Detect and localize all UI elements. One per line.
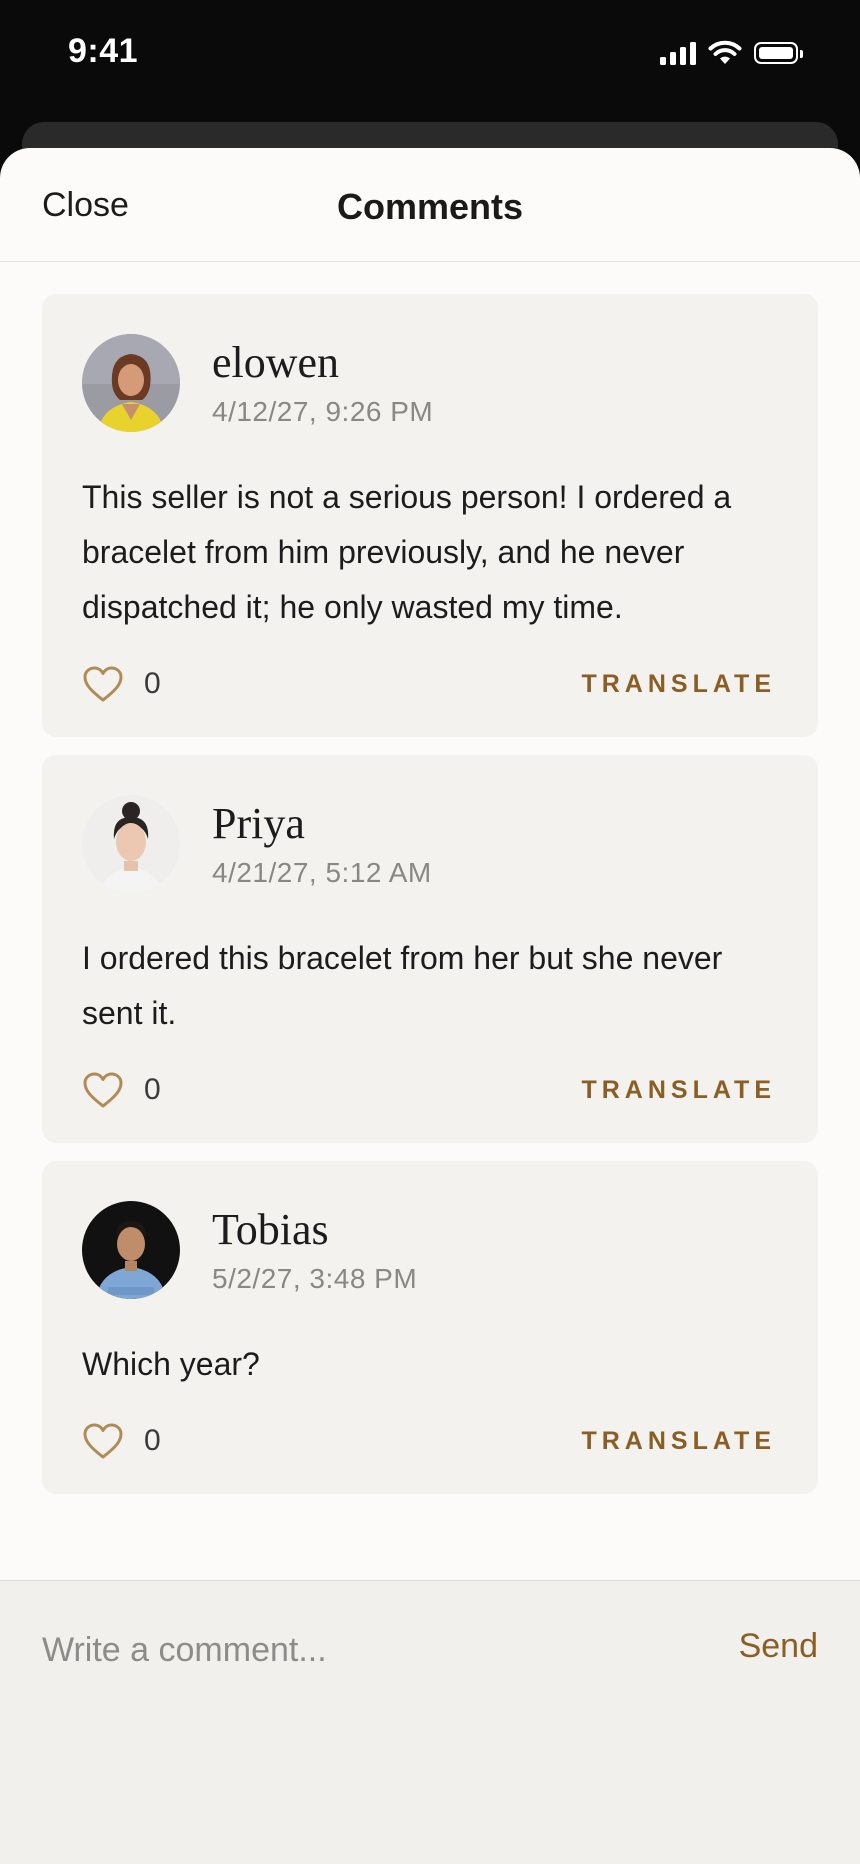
comment-timestamp: 5/2/27, 3:48 PM (212, 1263, 418, 1294)
comment-timestamp: 4/12/27, 9:26 PM (212, 396, 434, 427)
like-count: 0 (144, 1424, 161, 1457)
comment-timestamp: 4/21/27, 5:12 AM (212, 857, 432, 888)
status-time: 9:41 (68, 32, 139, 70)
author-name[interactable]: elowen (212, 338, 433, 388)
status-icons (660, 40, 803, 66)
wifi-icon (708, 40, 742, 64)
avatar-elowen[interactable] (82, 334, 180, 432)
author-block: elowen 4/12/27, 9:26 PM (212, 338, 433, 428)
comment-card: Tobias 5/2/27, 3:48 PM Which year? 0 TRA… (42, 1161, 818, 1494)
comment-text: Which year? (82, 1346, 260, 1382)
comment-header: elowen 4/12/27, 9:26 PM (82, 334, 776, 432)
like-button[interactable]: 0 (82, 1422, 161, 1460)
comment-text: This seller is not a serious person! I o… (82, 479, 732, 625)
comment-actions: 0 TRANSLATE (82, 665, 776, 703)
screen: 9:41 Close Comments elowen 4/12/27, 9:26… (0, 0, 860, 1864)
translate-button[interactable]: TRANSLATE (581, 1427, 776, 1456)
author-block: Priya 4/21/27, 5:12 AM (212, 799, 432, 889)
comment-header: Tobias 5/2/27, 3:48 PM (82, 1201, 776, 1299)
comment-text: I ordered this bracelet from her but she… (82, 940, 723, 1031)
comment-composer: Send (0, 1580, 860, 1864)
heart-icon[interactable] (82, 665, 124, 703)
sheet-header: Close Comments (0, 148, 860, 262)
comment-card: elowen 4/12/27, 9:26 PM This seller is n… (42, 294, 818, 737)
battery-icon (754, 42, 803, 64)
comment-list: elowen 4/12/27, 9:26 PM This seller is n… (42, 294, 818, 1512)
translate-button[interactable]: TRANSLATE (581, 1076, 776, 1105)
avatar-tobias[interactable] (82, 1201, 180, 1299)
heart-icon[interactable] (82, 1071, 124, 1109)
heart-icon[interactable] (82, 1422, 124, 1460)
comment-header: Priya 4/21/27, 5:12 AM (82, 795, 776, 893)
comments-sheet: Close Comments elowen 4/12/27, 9:26 PM T… (0, 148, 860, 1864)
comment-actions: 0 TRANSLATE (82, 1422, 776, 1460)
avatar-priya[interactable] (82, 795, 180, 893)
translate-button[interactable]: TRANSLATE (581, 670, 776, 699)
comment-input[interactable] (42, 1631, 662, 1670)
author-name[interactable]: Tobias (212, 1205, 417, 1255)
comment-actions: 0 TRANSLATE (82, 1071, 776, 1109)
author-name[interactable]: Priya (212, 799, 432, 849)
like-button[interactable]: 0 (82, 665, 161, 703)
cellular-signal-icon (660, 41, 696, 65)
author-block: Tobias 5/2/27, 3:48 PM (212, 1205, 417, 1295)
like-count: 0 (144, 667, 161, 700)
like-button[interactable]: 0 (82, 1071, 161, 1109)
status-bar: 9:41 (0, 0, 860, 110)
sheet-title: Comments (336, 186, 524, 227)
like-count: 0 (144, 1073, 161, 1106)
send-button[interactable]: Send (739, 1627, 818, 1666)
comment-card: Priya 4/21/27, 5:12 AM I ordered this br… (42, 755, 818, 1143)
